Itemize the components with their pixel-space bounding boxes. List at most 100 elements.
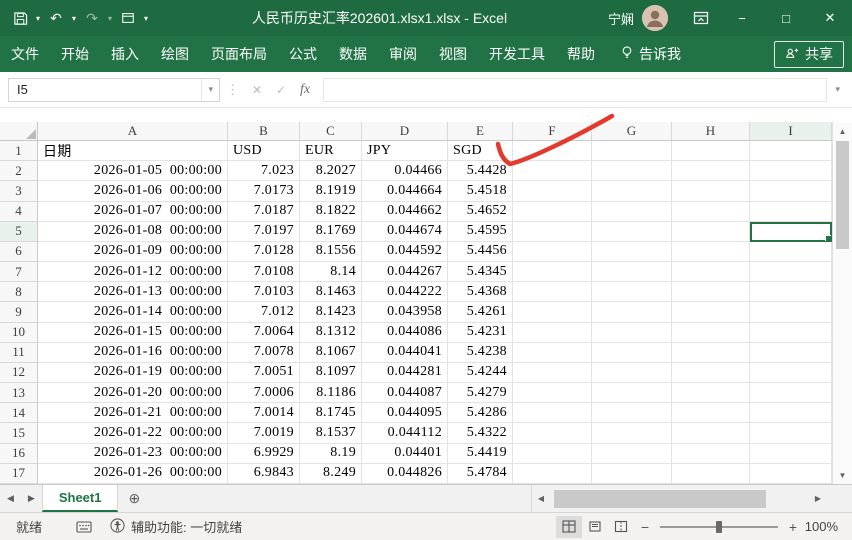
vertical-scrollbar[interactable]: ▲ ▼	[832, 122, 852, 484]
cell-C13[interactable]: 8.1186	[300, 383, 362, 404]
cell-C15[interactable]: 8.1537	[300, 423, 362, 444]
cell-I5[interactable]	[750, 221, 832, 242]
cell-I3[interactable]	[750, 181, 832, 202]
ribbon-tab-draw[interactable]: 绘图	[150, 36, 200, 72]
cell-G5[interactable]	[592, 221, 672, 242]
scroll-up-icon[interactable]: ▲	[833, 122, 852, 140]
cell-I6[interactable]	[750, 241, 832, 263]
cell-I7[interactable]	[750, 262, 832, 283]
cell-G17[interactable]	[592, 463, 672, 484]
cell-G1[interactable]	[592, 141, 672, 162]
zoom-slider-thumb[interactable]	[716, 520, 722, 533]
zoom-out-button[interactable]: −	[634, 519, 656, 535]
sheet-tab-sheet1[interactable]: Sheet1	[41, 485, 119, 512]
cell-C16[interactable]: 8.19	[300, 443, 362, 464]
cell-D16[interactable]: 0.04401	[362, 443, 448, 464]
cell-B1[interactable]: USD	[228, 141, 300, 162]
select-all-button[interactable]	[0, 122, 38, 141]
accessibility-status[interactable]: 辅助功能: 一切就绪	[110, 517, 242, 536]
ribbon-tab-formulas[interactable]: 公式	[278, 36, 328, 72]
keyboard-icon[interactable]	[76, 520, 92, 533]
zoom-level[interactable]: 100%	[804, 519, 852, 534]
column-header-E[interactable]: E	[448, 122, 513, 141]
cell-I1[interactable]	[750, 141, 832, 162]
cell-D1[interactable]: JPY	[362, 141, 448, 162]
ribbon-tab-help[interactable]: 帮助	[556, 36, 606, 72]
row-header-4[interactable]: 4	[0, 201, 38, 222]
cell-E7[interactable]: 5.4345	[448, 262, 513, 283]
cell-D6[interactable]: 0.044592	[362, 241, 448, 263]
cell-D7[interactable]: 0.044267	[362, 262, 448, 283]
cell-A11[interactable]: 2026-01-16 00:00:00	[38, 342, 228, 363]
cell-D3[interactable]: 0.044664	[362, 181, 448, 202]
cell-H9[interactable]	[672, 302, 750, 323]
cell-H17[interactable]	[672, 463, 750, 484]
cell-F15[interactable]	[513, 423, 592, 444]
cell-C17[interactable]: 8.249	[300, 463, 362, 484]
cell-F2[interactable]	[513, 161, 592, 182]
row-header-6[interactable]: 6	[0, 241, 38, 263]
cell-C10[interactable]: 8.1312	[300, 322, 362, 343]
row-header-12[interactable]: 12	[0, 362, 38, 384]
cell-G3[interactable]	[592, 181, 672, 202]
cell-E12[interactable]: 5.4244	[448, 362, 513, 384]
ribbon-tab-data[interactable]: 数据	[328, 36, 378, 72]
ribbon-tab-page-layout[interactable]: 页面布局	[200, 36, 278, 72]
row-header-9[interactable]: 9	[0, 302, 38, 323]
cell-B8[interactable]: 7.0103	[228, 282, 300, 303]
cell-A12[interactable]: 2026-01-19 00:00:00	[38, 362, 228, 384]
formula-bar-expand-icon[interactable]: ▾	[835, 84, 840, 95]
cell-A8[interactable]: 2026-01-13 00:00:00	[38, 282, 228, 303]
column-header-C[interactable]: C	[300, 122, 362, 141]
cell-G13[interactable]	[592, 383, 672, 404]
cell-F9[interactable]	[513, 302, 592, 323]
cell-A5[interactable]: 2026-01-08 00:00:00	[38, 221, 228, 242]
cell-E9[interactable]: 5.4261	[448, 302, 513, 323]
scroll-down-icon[interactable]: ▼	[833, 466, 852, 484]
page-break-view-button[interactable]	[608, 516, 634, 538]
cell-I14[interactable]	[750, 403, 832, 424]
cell-G7[interactable]	[592, 262, 672, 283]
cell-G12[interactable]	[592, 362, 672, 384]
cell-H11[interactable]	[672, 342, 750, 363]
cell-H3[interactable]	[672, 181, 750, 202]
cell-C1[interactable]: EUR	[300, 141, 362, 162]
page-layout-view-button[interactable]	[582, 516, 608, 538]
share-button[interactable]: 共享	[774, 40, 844, 68]
cell-C5[interactable]: 8.1769	[300, 221, 362, 242]
cell-F3[interactable]	[513, 181, 592, 202]
cell-A14[interactable]: 2026-01-21 00:00:00	[38, 403, 228, 424]
cell-I10[interactable]	[750, 322, 832, 343]
cell-C6[interactable]: 8.1556	[300, 241, 362, 263]
cell-E5[interactable]: 5.4595	[448, 221, 513, 242]
cell-B16[interactable]: 6.9929	[228, 443, 300, 464]
cell-I17[interactable]	[750, 463, 832, 484]
cell-F6[interactable]	[513, 241, 592, 263]
cell-D17[interactable]: 0.044826	[362, 463, 448, 484]
scroll-left-icon[interactable]: ◀	[532, 485, 550, 512]
cell-E11[interactable]: 5.4238	[448, 342, 513, 363]
cell-E16[interactable]: 5.4419	[448, 443, 513, 464]
cell-H14[interactable]	[672, 403, 750, 424]
cell-H8[interactable]	[672, 282, 750, 303]
cell-F4[interactable]	[513, 201, 592, 222]
cell-B6[interactable]: 7.0128	[228, 241, 300, 263]
column-header-B[interactable]: B	[228, 122, 300, 141]
save-icon[interactable]	[10, 6, 30, 30]
cell-D10[interactable]: 0.044086	[362, 322, 448, 343]
cell-F17[interactable]	[513, 463, 592, 484]
cell-C4[interactable]: 8.1822	[300, 201, 362, 222]
ribbon-tab-review[interactable]: 审阅	[378, 36, 428, 72]
cell-A7[interactable]: 2026-01-12 00:00:00	[38, 262, 228, 283]
column-header-I[interactable]: I	[750, 122, 832, 141]
cell-G11[interactable]	[592, 342, 672, 363]
cell-E1[interactable]: SGD	[448, 141, 513, 162]
maximize-button[interactable]: □	[764, 0, 808, 36]
horizontal-scroll-track[interactable]	[550, 485, 809, 512]
cell-B4[interactable]: 7.0187	[228, 201, 300, 222]
cell-H4[interactable]	[672, 201, 750, 222]
cell-G15[interactable]	[592, 423, 672, 444]
row-header-16[interactable]: 16	[0, 443, 38, 464]
cell-F5[interactable]	[513, 221, 592, 242]
cell-E2[interactable]: 5.4428	[448, 161, 513, 182]
